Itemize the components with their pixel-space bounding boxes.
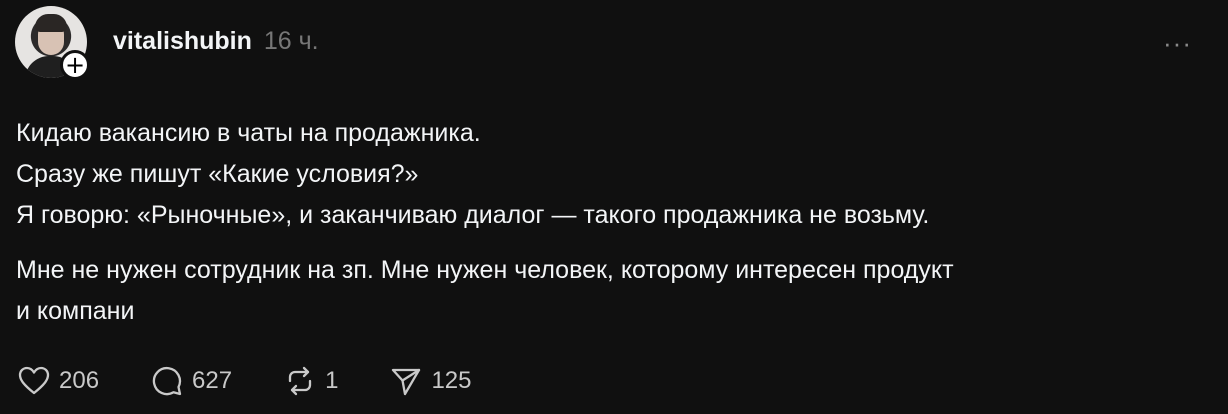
post-paragraph: Мне не нужен сотрудник на зп. Мне нужен … [16,250,1211,332]
post-line: Я говорю: «Рыночные», и заканчиваю диало… [16,201,930,229]
more-options-icon[interactable]: ··· [1163,30,1192,56]
thread-post: + vitalishubin 16 ч. ··· Кидаю вакансию … [0,0,1228,414]
follow-button[interactable]: + [60,50,90,80]
post-line: и компани [16,297,135,325]
plus-icon: + [64,51,86,79]
post-text: Кидаю вакансию в чаты на продажника. Сра… [16,113,1211,332]
comment-icon [152,366,182,396]
avatar-container[interactable]: + [15,6,90,80]
post-time[interactable]: 16 ч. [264,27,319,56]
post-actions: 206 627 1 125 [18,365,524,397]
post-paragraph: Кидаю вакансию в чаты на продажника. Сра… [16,113,1211,236]
reply-button[interactable]: 627 [151,365,232,397]
heart-icon [18,366,50,395]
repost-icon [288,366,312,396]
repost-count: 1 [325,367,339,394]
like-button[interactable]: 206 [18,366,99,396]
post-header: vitalishubin 16 ч. [113,27,319,56]
like-count: 206 [59,367,100,394]
avatar-hair [35,14,67,32]
share-button[interactable]: 125 [390,365,472,397]
username[interactable]: vitalishubin [113,27,252,56]
repost-button[interactable]: 1 [284,365,338,397]
post-line: Мне не нужен сотрудник на зп. Мне нужен … [16,256,954,284]
share-count: 125 [431,367,472,394]
post-line: Кидаю вакансию в чаты на продажника. [16,119,481,147]
reply-count: 627 [192,367,233,394]
send-icon [392,368,421,396]
post-line: Сразу же пишут «Какие условия?» [16,160,419,188]
